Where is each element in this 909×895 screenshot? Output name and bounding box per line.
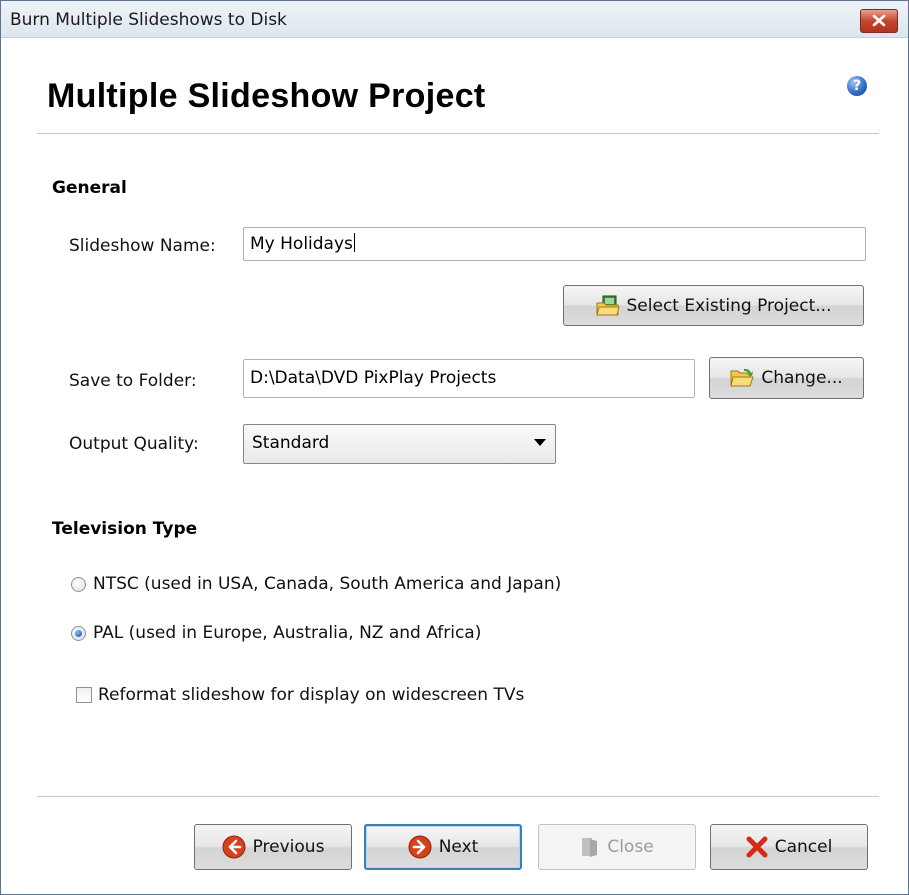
save-to-folder-label: Save to Folder:: [69, 371, 197, 391]
output-quality-value: Standard: [252, 433, 330, 453]
slideshow-name-value: My Holidays: [250, 234, 353, 254]
next-label: Next: [438, 837, 479, 857]
cancel-button[interactable]: Cancel: [710, 824, 868, 870]
close-x-icon: [872, 14, 886, 27]
output-quality-select[interactable]: Standard: [243, 424, 556, 464]
save-folder-value: D:\Data\DVD PixPlay Projects: [250, 368, 497, 388]
next-button[interactable]: Next: [364, 824, 522, 870]
close-label: Close: [607, 837, 654, 857]
project-folder-icon: [595, 295, 620, 315]
pal-radio[interactable]: [71, 626, 86, 641]
select-existing-project-button[interactable]: Select Existing Project...: [563, 285, 864, 326]
ntsc-label[interactable]: NTSC (used in USA, Canada, South America…: [93, 574, 561, 594]
footer-divider: [37, 796, 879, 797]
pal-label[interactable]: PAL (used in Europe, Australia, NZ and A…: [93, 623, 481, 643]
help-glyph: ?: [852, 78, 862, 94]
widescreen-checkbox[interactable]: [76, 687, 92, 703]
window-title: Burn Multiple Slideshows to Disk: [10, 10, 287, 30]
change-folder-button[interactable]: Change...: [709, 357, 864, 399]
open-folder-icon: [730, 368, 755, 387]
dropdown-arrow-icon: [534, 439, 546, 446]
back-arrow-icon: [222, 835, 246, 859]
help-icon[interactable]: ?: [847, 76, 867, 96]
select-existing-project-label: Select Existing Project...: [626, 295, 832, 316]
previous-button[interactable]: Previous: [194, 824, 352, 870]
slideshow-name-input[interactable]: My Holidays: [243, 227, 866, 261]
slideshow-name-label: Slideshow Name:: [69, 236, 216, 256]
general-heading: General: [52, 178, 127, 198]
cancel-label: Cancel: [774, 837, 833, 857]
television-type-heading: Television Type: [52, 519, 198, 539]
text-caret: [353, 233, 355, 252]
header-divider: [37, 133, 879, 134]
window-close-button[interactable]: [860, 9, 898, 33]
change-folder-label: Change...: [761, 368, 843, 388]
dialog-window: Burn Multiple Slideshows to Disk Multipl…: [0, 0, 909, 895]
page-title: Multiple Slideshow Project: [47, 77, 486, 115]
forward-arrow-icon: [408, 835, 432, 859]
title-bar[interactable]: Burn Multiple Slideshows to Disk: [1, 1, 908, 38]
ntsc-radio[interactable]: [71, 577, 86, 592]
output-quality-label: Output Quality:: [69, 434, 199, 454]
close-button[interactable]: Close: [538, 824, 696, 870]
previous-label: Previous: [252, 837, 325, 857]
close-door-icon: [582, 838, 598, 857]
save-folder-input[interactable]: D:\Data\DVD PixPlay Projects: [243, 359, 695, 398]
red-x-icon: [746, 836, 768, 858]
widescreen-label[interactable]: Reformat slideshow for display on widesc…: [98, 685, 524, 705]
